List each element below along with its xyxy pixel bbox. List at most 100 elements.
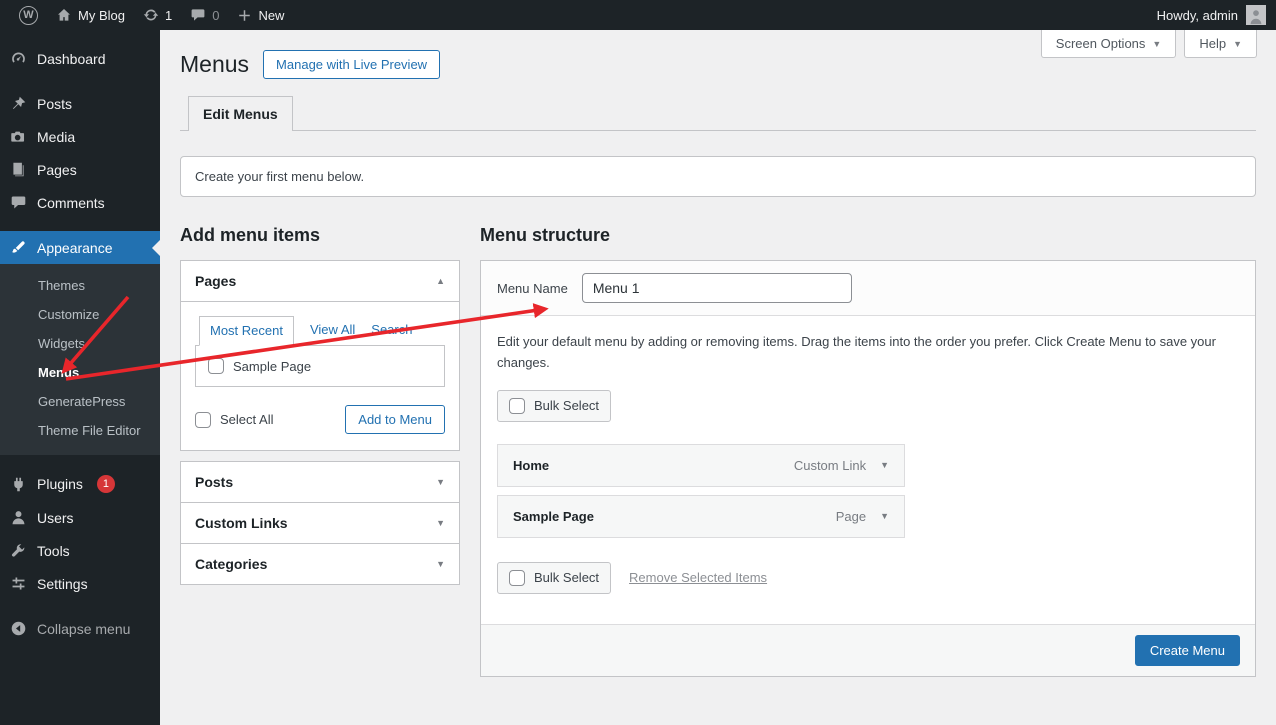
pages-accordion-header[interactable]: Pages ▲ <box>181 261 459 301</box>
menu-structure-description: Edit your default menu by adding or remo… <box>497 334 1216 370</box>
tab-most-recent[interactable]: Most Recent <box>199 316 294 346</box>
pages-footer: Select All Add to Menu <box>195 405 445 434</box>
sidebar-item-dashboard[interactable]: Dashboard <box>0 42 160 75</box>
sidebar-item-appearance[interactable]: Appearance <box>0 231 160 264</box>
page-title: Menus <box>180 51 250 77</box>
submenu-theme-file-editor[interactable]: Theme File Editor <box>0 416 160 445</box>
sidebar-item-posts[interactable]: Posts <box>0 87 160 120</box>
bulk-select-toggle-bottom[interactable]: Bulk Select <box>497 561 612 594</box>
new-content-menu[interactable]: New <box>228 0 293 30</box>
help-label: Help <box>1199 36 1227 51</box>
pages-accordion-panel: Pages ▲ Most Recent View All Search Samp… <box>180 260 460 451</box>
posts-accordion-title: Posts <box>195 474 234 490</box>
custom-links-accordion-title: Custom Links <box>195 515 288 531</box>
comments-link[interactable]: 0 <box>181 0 228 30</box>
sidebar-label-posts: Posts <box>37 95 73 112</box>
brush-icon <box>12 241 25 253</box>
page-checklist-item: Sample Page <box>208 358 432 374</box>
sidebar-label-comments: Comments <box>37 194 105 211</box>
pages-accordion-title: Pages <box>195 273 237 289</box>
comment-bubble-icon <box>191 9 205 21</box>
add-to-menu-button[interactable]: Add to Menu <box>345 405 445 434</box>
menu-item-row-sample-page[interactable]: Sample Page Page ▼ <box>497 494 905 538</box>
sidebar-label-plugins: Plugins <box>37 476 83 492</box>
site-link[interactable]: My Blog <box>47 0 134 30</box>
sample-page-checkbox[interactable] <box>208 358 224 374</box>
nav-tab-bar: Edit Menus <box>180 95 1256 131</box>
submenu-widgets[interactable]: Widgets <box>0 329 160 358</box>
plug-icon <box>14 477 23 491</box>
manage-with-live-preview-button[interactable]: Manage with Live Preview <box>263 50 441 79</box>
menu-name-header: Menu Name <box>481 261 1255 316</box>
admin-sidebar: Dashboard Posts Media Pages Comments App… <box>0 30 160 725</box>
sample-page-label: Sample Page <box>233 358 312 374</box>
user-silhouette-icon <box>1250 10 1262 25</box>
categories-accordion-title: Categories <box>195 556 268 572</box>
menu-item-row-home[interactable]: Home Custom Link ▼ <box>497 443 905 487</box>
create-menu-button[interactable]: Create Menu <box>1134 635 1240 666</box>
howdy-text: Howdy, admin <box>1156 7 1238 23</box>
chevron-down-icon: ▼ <box>1152 38 1162 49</box>
pushpin-icon <box>12 96 26 110</box>
comment-count: 0 <box>212 7 220 23</box>
my-account-menu[interactable]: Howdy, admin <box>1157 5 1266 25</box>
avatar <box>1246 5 1266 25</box>
bulk-select-toggle-top[interactable]: Bulk Select <box>497 389 612 422</box>
menu-name-input[interactable] <box>581 273 852 303</box>
site-name: My Blog <box>78 7 125 23</box>
camera-icon <box>11 131 25 142</box>
sidebar-item-users[interactable]: Users <box>0 501 160 534</box>
menu-structure-column: Menu structure Menu Name Edit your defau… <box>480 225 1256 677</box>
sidebar-item-tools[interactable]: Tools <box>0 534 160 567</box>
sidebar-item-comments[interactable]: Comments <box>0 186 160 219</box>
sidebar-label-appearance: Appearance <box>37 239 113 256</box>
menu-name-label: Menu Name <box>497 280 568 296</box>
menu-items-list: Home Custom Link ▼ Sample Page Page ▼ <box>497 443 905 538</box>
select-all-checkbox[interactable] <box>195 411 211 428</box>
updates-icon <box>143 9 159 21</box>
tab-view-all[interactable]: View All <box>310 322 355 345</box>
sidebar-label-tools: Tools <box>37 542 70 559</box>
updates-link[interactable]: 1 <box>134 0 181 30</box>
bulk-select-checkbox-bottom[interactable] <box>509 569 525 586</box>
sidebar-item-plugins[interactable]: Plugins 1 <box>0 467 160 501</box>
screen-options-button[interactable]: Screen Options ▼ <box>1040 30 1177 58</box>
bulk-select-checkbox-top[interactable] <box>509 397 525 414</box>
chevron-up-icon: ▲ <box>436 276 445 286</box>
submenu-customize[interactable]: Customize <box>0 300 160 329</box>
collapsed-accordions: Posts ▼ Custom Links ▼ Categories ▼ <box>180 461 460 585</box>
sidebar-item-pages[interactable]: Pages <box>0 153 160 186</box>
update-count: 1 <box>164 7 173 23</box>
wordpress-logo-icon: W <box>19 5 38 25</box>
bulk-select-label-top: Bulk Select <box>534 398 600 414</box>
remove-selected-items-link[interactable]: Remove Selected Items <box>629 570 767 585</box>
custom-links-accordion-header[interactable]: Custom Links ▼ <box>181 502 459 543</box>
submenu-menus[interactable]: Menus <box>0 358 160 387</box>
help-button[interactable]: Help ▼ <box>1184 30 1257 58</box>
submenu-generatepress[interactable]: GeneratePress <box>0 387 160 416</box>
users-icon <box>12 511 25 525</box>
chevron-down-icon[interactable]: ▼ <box>880 511 889 521</box>
categories-accordion-header[interactable]: Categories ▼ <box>181 543 459 584</box>
bulk-actions-row: Bulk Select Remove Selected Items <box>497 561 1239 594</box>
collapse-arrow-icon <box>11 621 26 636</box>
sidebar-item-settings[interactable]: Settings <box>0 567 160 600</box>
menu-structure-heading: Menu structure <box>480 225 611 245</box>
submenu-themes[interactable]: Themes <box>0 271 160 300</box>
wordpress-logo-menu[interactable]: W <box>10 0 47 30</box>
posts-accordion-header[interactable]: Posts ▼ <box>181 462 459 502</box>
select-all-row: Select All <box>195 411 274 428</box>
new-label: New <box>258 7 285 23</box>
comments-icon <box>11 196 26 209</box>
sidebar-item-media[interactable]: Media <box>0 120 160 153</box>
collapse-menu-button[interactable]: Collapse menu <box>0 612 160 645</box>
home-icon <box>58 9 70 21</box>
select-all-label: Select All <box>220 412 274 427</box>
tab-search[interactable]: Search <box>371 322 412 345</box>
tab-edit-menus[interactable]: Edit Menus <box>188 96 293 131</box>
menu-structure-panel: Menu Name Edit your default menu by addi… <box>480 260 1256 677</box>
admin-bar: W My Blog 1 0 New Howdy, admin <box>0 0 1276 30</box>
chevron-down-icon[interactable]: ▼ <box>880 460 889 470</box>
plugins-update-badge: 1 <box>96 475 115 493</box>
menu-structure-footer: Create Menu <box>481 624 1255 676</box>
